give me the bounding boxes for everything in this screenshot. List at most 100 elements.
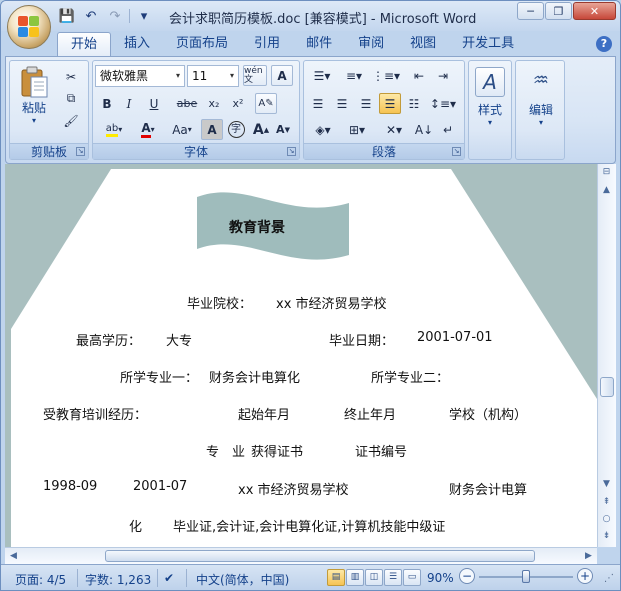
chinese-layout-icon[interactable]: ✕▾ xyxy=(377,119,411,140)
sort-icon[interactable]: A↓ xyxy=(413,119,435,140)
scroll-down-icon[interactable]: ▼ xyxy=(598,476,615,492)
vertical-scrollbar[interactable]: ⊟ ▲ ▼ ⇞ ○ ⇟ xyxy=(597,164,616,547)
redo-icon[interactable]: ↷ xyxy=(105,7,125,25)
browse-object-icon[interactable]: ○ xyxy=(598,511,615,527)
zoom-slider-thumb[interactable] xyxy=(522,570,530,583)
editing-dropdown-icon[interactable]: ▾ xyxy=(539,118,543,127)
tab-developer[interactable]: 开发工具 xyxy=(449,32,527,56)
font-color-icon: A xyxy=(141,121,151,138)
ruler-toggle-icon[interactable]: ⊟ xyxy=(598,164,615,180)
character-shading-button[interactable]: A xyxy=(201,119,223,140)
styles-dropdown-icon[interactable]: ▾ xyxy=(488,118,492,127)
distributed-icon[interactable]: ☷ xyxy=(403,93,425,114)
styles-button[interactable]: A 样式 ▾ xyxy=(471,67,509,127)
grow-font-button[interactable]: A ▲ xyxy=(251,119,271,140)
tab-page-layout[interactable]: 页面布局 xyxy=(163,32,241,56)
help-icon[interactable]: ? xyxy=(596,36,612,52)
resize-grip-icon[interactable]: ⋰ xyxy=(604,573,614,584)
borders-icon[interactable]: ⊞▾ xyxy=(341,119,373,140)
format-painter-icon[interactable]: 🖌 xyxy=(60,110,82,131)
tab-insert[interactable]: 插入 xyxy=(111,32,163,56)
font-color-button[interactable]: A ▾ xyxy=(133,119,163,140)
clipboard-launcher-icon[interactable]: ↘ xyxy=(76,147,85,156)
web-layout-view-icon[interactable]: ◫ xyxy=(365,569,383,586)
page-indicator[interactable]: 页面: 4/5 xyxy=(15,571,66,588)
degree-value: 大专 xyxy=(166,334,193,349)
cut-icon[interactable]: ✂ xyxy=(60,66,82,87)
editing-label: 编辑 xyxy=(528,103,553,117)
italic-button[interactable]: I xyxy=(119,93,139,114)
shrink-font-button[interactable]: A ▼ xyxy=(273,119,293,140)
tab-mailings[interactable]: 邮件 xyxy=(293,32,345,56)
underline-button[interactable]: U xyxy=(141,93,167,114)
increase-indent-icon[interactable]: ⇥ xyxy=(432,65,454,86)
numbering-icon[interactable]: ≡▾ xyxy=(339,65,369,86)
minimize-button[interactable]: ─ xyxy=(517,2,544,20)
copy-icon[interactable]: ⧉ xyxy=(60,88,82,109)
horizontal-scroll-thumb[interactable] xyxy=(105,550,535,562)
paragraph-group-label: 段落 xyxy=(304,143,464,159)
font-group-label: 字体 xyxy=(93,143,299,159)
vertical-scroll-thumb[interactable] xyxy=(600,377,614,397)
font-size-value: 11 xyxy=(192,69,208,83)
paste-dropdown-icon[interactable]: ▾ xyxy=(32,116,36,125)
tab-home[interactable]: 开始 xyxy=(57,32,112,56)
tab-review[interactable]: 审阅 xyxy=(345,32,397,56)
font-name-combo[interactable]: 微软雅黑 ▾ xyxy=(95,65,185,87)
word-count[interactable]: 字数: 1,263 xyxy=(85,571,151,588)
scroll-up-icon[interactable]: ▲ xyxy=(598,182,615,198)
zoom-in-icon[interactable]: + xyxy=(577,568,593,584)
previous-page-icon[interactable]: ⇞ xyxy=(598,494,615,510)
outline-view-icon[interactable]: ☰ xyxy=(384,569,402,586)
tab-references[interactable]: 引用 xyxy=(241,32,293,56)
print-layout-view-icon[interactable]: ▤ xyxy=(327,569,345,586)
justify-icon[interactable]: ☰ xyxy=(379,93,401,114)
language-indicator[interactable]: 中文(简体，中国) xyxy=(196,571,289,588)
enclose-characters-button[interactable]: 字 xyxy=(225,119,247,140)
character-border-button[interactable]: A xyxy=(271,65,293,86)
close-button[interactable]: ✕ xyxy=(573,2,616,20)
editing-button[interactable]: ♒ 编辑 ▾ xyxy=(520,67,562,127)
draft-view-icon[interactable]: ▭ xyxy=(403,569,421,586)
scroll-left-icon[interactable]: ◀ xyxy=(5,548,22,564)
qat-more-icon[interactable]: ▾ xyxy=(134,7,154,25)
full-screen-reading-view-icon[interactable]: ▥ xyxy=(346,569,364,586)
paste-button[interactable]: 粘贴 ▾ xyxy=(16,65,52,125)
tab-view[interactable]: 视图 xyxy=(397,32,449,56)
bold-button[interactable]: B xyxy=(97,93,117,114)
multilevel-list-icon[interactable]: ⋮≡▾ xyxy=(371,65,401,86)
superscript-button[interactable]: x² xyxy=(227,93,249,114)
zoom-out-icon[interactable]: − xyxy=(459,568,475,584)
grad-date-label: 毕业日期： xyxy=(329,334,395,349)
office-button[interactable] xyxy=(7,5,51,49)
save-icon[interactable]: 💾 xyxy=(57,7,77,25)
restore-button[interactable]: ❐ xyxy=(545,2,572,20)
bullets-icon[interactable]: ☰▾ xyxy=(307,65,337,86)
font-size-combo[interactable]: 11 ▾ xyxy=(187,65,239,87)
document-page[interactable]: 教育背景 毕业院校： xx 市经济贸易学校 最高学历： 大专 毕业日期： 200… xyxy=(11,169,597,547)
pinyin-guide-button[interactable]: wén 文 xyxy=(243,65,267,86)
header-cert-number: 证书编号 xyxy=(355,445,408,460)
zoom-level[interactable]: 90% xyxy=(427,571,454,585)
font-name-dropdown-icon[interactable]: ▾ xyxy=(172,66,184,86)
change-case-button[interactable]: Aa ▾ xyxy=(165,119,199,140)
clear-formatting-icon[interactable]: A✎ xyxy=(255,93,277,114)
next-page-icon[interactable]: ⇟ xyxy=(598,528,615,544)
paragraph-shading-icon[interactable]: ◈▾ xyxy=(307,119,339,140)
highlight-color-button[interactable]: ab ▾ xyxy=(97,119,131,140)
spelling-check-icon[interactable]: ✔ xyxy=(164,571,174,585)
line-spacing-icon[interactable]: ↕≡▾ xyxy=(428,93,458,114)
align-left-icon[interactable]: ☰ xyxy=(307,93,329,114)
font-size-dropdown-icon[interactable]: ▾ xyxy=(226,66,238,86)
strikethrough-button[interactable]: abe xyxy=(173,93,201,114)
show-marks-icon[interactable]: ↵ xyxy=(437,119,459,140)
paragraph-launcher-icon[interactable]: ↘ xyxy=(452,147,461,156)
font-launcher-icon[interactable]: ↘ xyxy=(287,147,296,156)
subscript-button[interactable]: x₂ xyxy=(203,93,225,114)
scroll-right-icon[interactable]: ▶ xyxy=(580,548,597,564)
align-center-icon[interactable]: ☰ xyxy=(331,93,353,114)
decrease-indent-icon[interactable]: ⇤ xyxy=(408,65,430,86)
undo-icon[interactable]: ↶ xyxy=(81,7,101,25)
align-right-icon[interactable]: ☰ xyxy=(355,93,377,114)
horizontal-scrollbar[interactable]: ◀ ▶ xyxy=(5,547,597,564)
